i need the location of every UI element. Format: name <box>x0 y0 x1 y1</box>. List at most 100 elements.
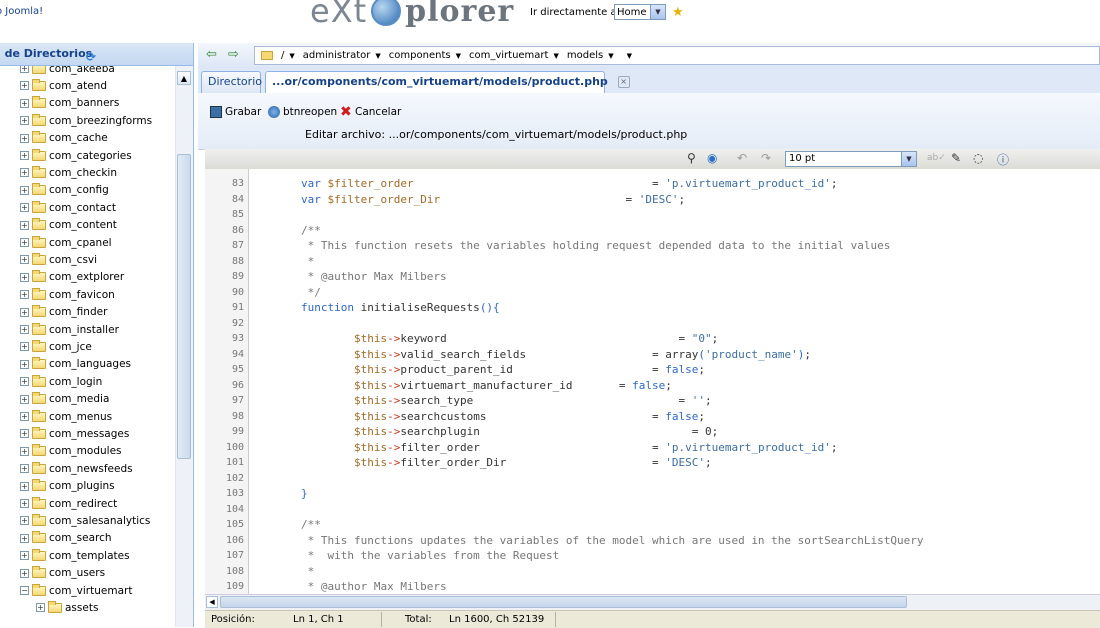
tree-item[interactable]: + com_content <box>20 217 117 234</box>
go-to-line-icon[interactable]: ◉ <box>707 151 717 165</box>
expand-icon[interactable]: + <box>20 446 29 456</box>
expand-icon[interactable]: + <box>20 272 29 282</box>
refresh-tree-icon[interactable]: ⟳ <box>86 46 96 68</box>
tree-item[interactable]: + com_checkin <box>20 164 117 181</box>
tree-scrollbar[interactable]: ▲ <box>175 66 193 627</box>
expand-icon[interactable]: + <box>20 133 29 143</box>
tree-item[interactable]: + com_breezingforms <box>20 112 152 129</box>
expand-icon[interactable]: + <box>20 481 29 491</box>
tree-item[interactable]: + com_akeeba <box>20 66 115 77</box>
expand-icon[interactable]: + <box>20 464 29 474</box>
tree-item[interactable]: + com_installer <box>20 321 119 338</box>
back-to-joomla-link[interactable]: o Joomla! <box>0 6 43 17</box>
tree-item[interactable]: + com_jce <box>20 338 92 355</box>
expand-icon[interactable]: + <box>20 255 29 265</box>
tree-item[interactable]: + com_extplorer <box>20 269 124 286</box>
tree-item[interactable]: + com_plugins <box>20 478 115 495</box>
syntax-toggle-icon[interactable]: ab✓ <box>927 153 946 163</box>
expand-icon[interactable]: + <box>20 238 29 247</box>
expand-icon[interactable]: + <box>20 499 29 508</box>
scroll-left-icon[interactable]: ◀ <box>206 596 218 608</box>
expand-icon[interactable]: + <box>20 429 29 439</box>
tree-item[interactable]: − com_virtuemart <box>20 582 132 599</box>
tree-item[interactable]: + com_config <box>20 182 109 199</box>
tree-item[interactable]: + com_languages <box>20 356 131 373</box>
scrollbar-thumb[interactable] <box>177 154 191 459</box>
expand-icon[interactable]: + <box>20 290 29 300</box>
breadcrumb-item[interactable]: / ▼ <box>281 50 295 61</box>
expand-icon[interactable]: + <box>20 185 29 195</box>
scrollbar-thumb[interactable] <box>220 596 907 608</box>
expand-icon[interactable]: + <box>20 220 29 230</box>
tree-item[interactable]: + assets <box>36 599 98 616</box>
chevron-down-icon[interactable]: ▼ <box>456 52 461 60</box>
expand-icon[interactable]: + <box>20 98 29 108</box>
tree-item[interactable]: + com_cpanel <box>20 234 112 251</box>
forward-arrow-icon[interactable]: ⇨ <box>228 47 239 62</box>
expand-icon[interactable]: + <box>20 151 29 160</box>
breadcrumb-item[interactable]: ▼ <box>622 50 632 61</box>
tree-item[interactable]: + com_templates <box>20 547 130 564</box>
expand-icon[interactable]: + <box>20 81 29 91</box>
highlight-brush-icon[interactable]: ✎ <box>951 151 961 165</box>
expand-icon[interactable]: + <box>20 516 29 526</box>
horizontal-scrollbar[interactable]: ◀ <box>205 594 1100 610</box>
path-breadcrumb[interactable]: / ▼ administrator ▼ components ▼ com_virtuemar… <box>254 46 1100 65</box>
chevron-down-icon[interactable]: ▼ <box>608 52 613 60</box>
tree-item[interactable]: + com_modules <box>20 443 122 460</box>
tree-item[interactable]: + com_salesanalytics <box>20 512 150 529</box>
save-button[interactable]: Grabar <box>210 106 261 118</box>
tree-item[interactable]: + com_newsfeeds <box>20 460 133 477</box>
chevron-down-icon[interactable]: ▼ <box>375 52 380 60</box>
breadcrumb-item[interactable]: com_virtuemart ▼ <box>469 50 559 61</box>
expand-icon[interactable]: + <box>20 533 29 543</box>
tree-item[interactable]: + com_menus <box>20 408 112 425</box>
tree-item[interactable]: + com_redirect <box>20 495 117 512</box>
expand-icon[interactable]: + <box>20 325 29 334</box>
bookmark-star-icon[interactable]: ★ <box>672 5 684 20</box>
tree-item[interactable]: + com_users <box>20 565 105 582</box>
expand-icon[interactable]: + <box>20 307 29 317</box>
expand-icon[interactable]: + <box>20 116 29 126</box>
close-icon[interactable]: × <box>617 76 630 88</box>
font-size-select[interactable]: 10 pt ▼ <box>785 151 917 167</box>
expand-icon[interactable]: + <box>20 377 29 387</box>
tree-item[interactable]: + com_search <box>20 530 112 547</box>
reopen-button[interactable]: btnreopen <box>268 106 337 118</box>
tree-item[interactable]: + com_cache <box>20 130 108 147</box>
code-editor[interactable]: 83 84 85 86 87 88 89 90 91 92 93 94 95 96 97 98 99 100 101… <box>205 169 1100 594</box>
help-icon[interactable]: ⓘ <box>997 151 1009 168</box>
tab-file[interactable]: ...or/components/com_virtuemart/models/p… <box>265 71 630 93</box>
expand-icon[interactable]: + <box>20 66 29 73</box>
cancel-button[interactable]: ✖ Cancelar <box>340 105 401 119</box>
tree-item[interactable]: + com_banners <box>20 95 119 112</box>
redo-icon[interactable]: ↷ <box>761 151 771 165</box>
expand-icon[interactable]: + <box>20 551 29 561</box>
tree-item[interactable]: + com_messages <box>20 425 129 442</box>
chevron-down-icon[interactable]: ▼ <box>289 52 294 60</box>
expand-icon[interactable]: + <box>20 412 29 421</box>
tree-item[interactable]: + com_contact <box>20 199 116 216</box>
undo-icon[interactable]: ↶ <box>737 151 747 165</box>
breadcrumb-item[interactable]: components ▼ <box>389 50 461 61</box>
expand-icon[interactable]: + <box>36 603 45 613</box>
tab-directory[interactable]: Directorio <box>201 71 262 93</box>
expand-icon[interactable]: + <box>20 394 29 404</box>
back-arrow-icon[interactable]: ⇦ <box>206 47 217 62</box>
breadcrumb-item[interactable]: administrator ▼ <box>303 50 381 61</box>
expand-icon[interactable]: + <box>20 568 29 578</box>
expand-icon[interactable]: + <box>20 359 29 369</box>
tree-item[interactable]: + com_login <box>20 373 102 390</box>
expand-icon[interactable]: + <box>20 342 29 352</box>
tree-item[interactable]: + com_media <box>20 391 109 408</box>
expand-icon[interactable]: + <box>20 203 29 213</box>
tree-item[interactable]: + com_atend <box>20 77 107 94</box>
jump-to-select[interactable]: Home ▼ <box>614 4 666 20</box>
breadcrumb-item[interactable]: models ▼ <box>567 50 614 61</box>
search-icon[interactable]: ⚲ <box>687 151 696 165</box>
chevron-down-icon[interactable]: ▼ <box>553 52 558 60</box>
collapse-icon[interactable]: − <box>20 586 29 595</box>
chevron-down-icon[interactable]: ▼ <box>627 52 632 60</box>
scroll-up-icon[interactable]: ▲ <box>177 71 191 85</box>
reset-icon[interactable]: ◌ <box>973 151 983 165</box>
